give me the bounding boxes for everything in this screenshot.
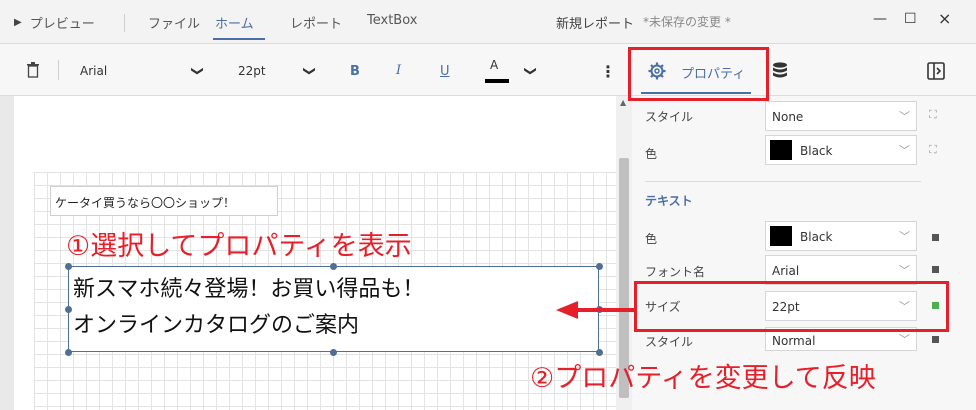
- font-color-swatch: [485, 79, 509, 83]
- bold-button[interactable]: B: [350, 64, 360, 79]
- top-bar: ▶ プレビュー: [0, 0, 976, 44]
- text-color-value: Black: [800, 230, 833, 244]
- style-label: スタイル: [645, 110, 694, 124]
- divider: [124, 14, 125, 32]
- font-name-label: フォント名: [645, 265, 706, 279]
- play-icon: ▶: [14, 17, 22, 28]
- italic-button[interactable]: I: [396, 63, 401, 78]
- resize-handle[interactable]: [330, 263, 337, 270]
- resize-handle[interactable]: [596, 263, 603, 270]
- close-button[interactable]: ×: [938, 9, 951, 28]
- chevron-down-icon: ﹀: [899, 333, 910, 346]
- chevron-down-icon: ﹀: [899, 144, 910, 157]
- resize-handle[interactable]: [65, 349, 72, 356]
- textbox-small[interactable]: ケータイ買うなら〇〇ショップ！: [50, 186, 278, 216]
- border-style-select[interactable]: None ﹀: [765, 101, 917, 131]
- more-options-button[interactable]: ⋮: [600, 62, 616, 81]
- border-color-select[interactable]: Black ﹀: [765, 135, 917, 165]
- chevron-down-icon: ﹀: [899, 110, 910, 123]
- chevron-down-icon: ﹀: [899, 264, 910, 277]
- font-name-select[interactable]: Arial: [80, 64, 107, 78]
- active-tab-indicator: [213, 38, 265, 40]
- resize-handle[interactable]: [596, 349, 603, 356]
- color-label: 色: [645, 147, 658, 161]
- toolbar: [0, 44, 976, 96]
- chevron-down-icon[interactable]: ❯: [524, 66, 538, 76]
- resize-handle[interactable]: [65, 263, 72, 270]
- tab-home[interactable]: ホーム: [215, 13, 254, 32]
- expand-icon[interactable]: ⛶: [929, 143, 937, 157]
- save-status: *未保存の変更 *: [643, 15, 731, 29]
- tab-textbox[interactable]: TextBox: [367, 13, 417, 28]
- border-style-value: None: [772, 110, 804, 124]
- color-swatch: [770, 140, 792, 160]
- scroll-up-icon[interactable]: ▲: [620, 98, 626, 107]
- chevron-down-icon[interactable]: ❯: [191, 66, 205, 76]
- highlight-properties-tab: [628, 47, 769, 101]
- text-color-label: 色: [645, 232, 658, 246]
- text-style-label: スタイル: [645, 335, 694, 349]
- textbox-line-2: オンラインカタログのご案内: [73, 313, 360, 338]
- preview-toggle[interactable]: ▶ プレビュー: [14, 13, 95, 32]
- expand-icon[interactable]: ⛶: [929, 108, 937, 122]
- chevron-down-icon[interactable]: ❯: [303, 66, 317, 76]
- annotation-step2: ②プロパティを変更して反映: [530, 363, 876, 394]
- tab-report[interactable]: レポート: [290, 13, 342, 32]
- panel-toggle-icon[interactable]: [927, 62, 945, 80]
- document-title: 新規レポート: [556, 17, 635, 32]
- color-swatch: [770, 226, 792, 246]
- text-color-select[interactable]: Black ﹀: [765, 221, 917, 251]
- highlight-size-row: [634, 281, 949, 332]
- border-color-value: Black: [800, 144, 833, 158]
- property-indicator[interactable]: [932, 266, 939, 273]
- property-indicator[interactable]: [932, 234, 939, 241]
- chevron-down-icon: ﹀: [899, 230, 910, 243]
- annotation-step1: ①選択してプロパティを表示: [66, 231, 412, 262]
- textbox-selected[interactable]: 新スマホ続々登場！お買い得品も！ オンラインカタログのご案内: [68, 266, 599, 352]
- divider: [58, 60, 59, 80]
- resize-handle[interactable]: [330, 349, 337, 356]
- property-indicator[interactable]: [932, 336, 939, 343]
- preview-label: プレビュー: [29, 17, 95, 32]
- underline-button[interactable]: U: [440, 64, 450, 79]
- minimize-button[interactable]: —: [873, 11, 887, 27]
- font-size-select[interactable]: 22pt: [238, 64, 266, 78]
- text-style-value: Normal: [772, 334, 816, 348]
- font-color-button[interactable]: A: [490, 58, 498, 72]
- maximize-button[interactable]: ☐: [904, 11, 917, 27]
- text-section-title: テキスト: [645, 194, 693, 208]
- arrow-icon: [556, 301, 636, 319]
- resize-handle[interactable]: [65, 306, 72, 313]
- trash-icon[interactable]: [26, 62, 40, 78]
- section-divider: [645, 181, 921, 182]
- database-icon[interactable]: [772, 62, 788, 80]
- tab-file[interactable]: ファイル: [148, 13, 200, 32]
- textbox-line-1: 新スマホ続々登場！お買い得品も！: [73, 277, 425, 302]
- font-name-value: Arial: [772, 264, 800, 278]
